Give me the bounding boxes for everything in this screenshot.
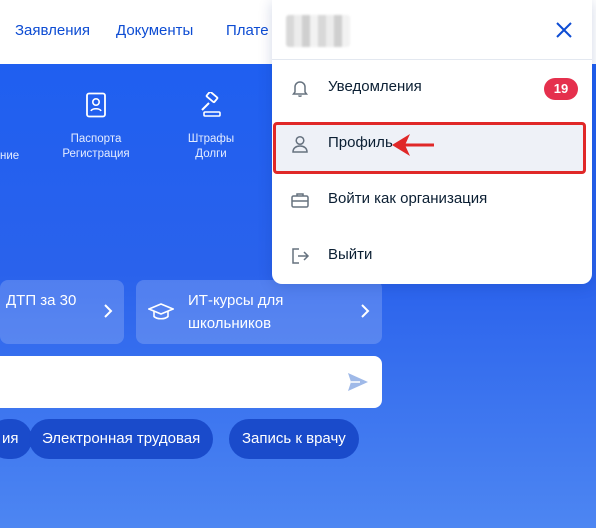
service-fines-line1: Штрафы [187,133,235,145]
chip-doctor-appointment[interactable]: Запись к врачу [229,419,359,459]
logout-icon [292,248,310,264]
profile-menu-header [272,0,592,60]
service-passports-line1: Паспорта [70,133,122,145]
service-passports-line2: Регистрация [62,148,130,160]
person-icon [292,135,308,153]
menu-item-logout[interactable]: Выйти [272,228,592,284]
graduation-cap-icon [148,303,174,320]
menu-item-login-organization[interactable]: Войти как организация [272,172,592,228]
briefcase-icon [291,193,309,208]
chevron-right-icon [104,304,113,318]
card-it-courses-line1: ИТ-курсы для [188,292,284,309]
search-input[interactable] [10,368,330,396]
close-icon[interactable] [554,20,574,40]
gavel-icon [201,92,221,117]
menu-item-logout-label: Выйти [328,246,373,263]
service-fines[interactable]: Штрафы Долги [156,92,266,162]
send-arrow-icon[interactable] [346,370,370,394]
service-label-partial[interactable]: ние [0,150,19,162]
card-it-courses[interactable]: ИТ-курсы для школьников [136,280,382,344]
nav-link-payments[interactable]: Плате [226,22,269,39]
card-dtp-title: ДТП за 30 [6,292,77,309]
service-fines-line2: Долги [195,148,227,160]
nav-link-applications[interactable]: Заявления [15,22,90,39]
bell-icon [292,81,308,98]
search-bar [0,356,382,408]
chevron-right-icon [361,304,370,318]
card-dtp[interactable]: ДТП за 30 [0,280,124,344]
passport-icon [86,92,106,118]
pointer-arrow-icon [392,134,434,156]
card-it-courses-line2: школьников [188,315,272,332]
notifications-badge: 19 [544,78,578,100]
nav-link-documents[interactable]: Документы [116,22,193,39]
menu-item-notifications-label: Уведомления [328,78,422,95]
service-passports[interactable]: Паспорта Регистрация [41,92,151,162]
user-name-blurred [286,15,350,47]
chip-partial[interactable]: ия [0,419,32,459]
chip-electronic-work-book[interactable]: Электронная трудовая [29,419,214,459]
menu-item-profile-label: Профиль [328,134,393,151]
menu-item-login-organization-label: Войти как организация [328,190,488,207]
